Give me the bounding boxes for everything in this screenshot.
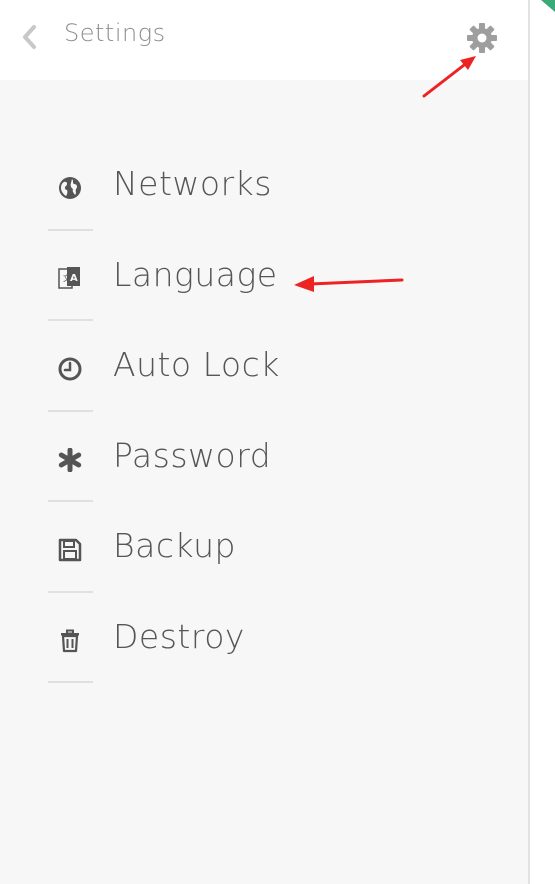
translate-icon: 文 A xyxy=(56,265,84,293)
svg-text:A: A xyxy=(70,273,78,284)
trash-icon xyxy=(56,627,84,655)
menu-item-auto-lock[interactable]: Auto Lock xyxy=(0,321,528,412)
menu-item-label: Backup xyxy=(113,526,236,565)
globe-icon xyxy=(56,174,84,202)
asterisk-icon xyxy=(56,446,84,474)
menu-item-label: Destroy xyxy=(113,616,245,656)
item-divider xyxy=(48,681,93,683)
settings-button[interactable] xyxy=(464,20,500,56)
menu-item-label: Networks xyxy=(113,164,272,203)
menu-item-label: Language xyxy=(113,254,278,294)
menu-item-networks[interactable]: Networks xyxy=(0,140,528,231)
floppy-disk-icon xyxy=(56,536,84,564)
settings-menu: Networks 文 A Language Auto Lock Password… xyxy=(0,140,528,683)
menu-item-backup[interactable]: Backup xyxy=(0,502,528,593)
menu-item-label: Password xyxy=(113,435,272,475)
accent-corner xyxy=(541,0,555,12)
page-title: Settings xyxy=(64,19,166,47)
chevron-left-icon xyxy=(23,25,36,49)
menu-item-language[interactable]: 文 A Language xyxy=(0,231,528,321)
menu-item-password[interactable]: Password xyxy=(0,412,528,502)
menu-item-destroy[interactable]: Destroy xyxy=(0,593,528,683)
panel-edge xyxy=(528,0,530,884)
gear-icon xyxy=(467,23,497,53)
menu-item-label: Auto Lock xyxy=(113,345,280,384)
header-bar: Settings xyxy=(0,0,528,80)
back-button[interactable] xyxy=(14,22,44,52)
clock-icon xyxy=(56,355,84,383)
